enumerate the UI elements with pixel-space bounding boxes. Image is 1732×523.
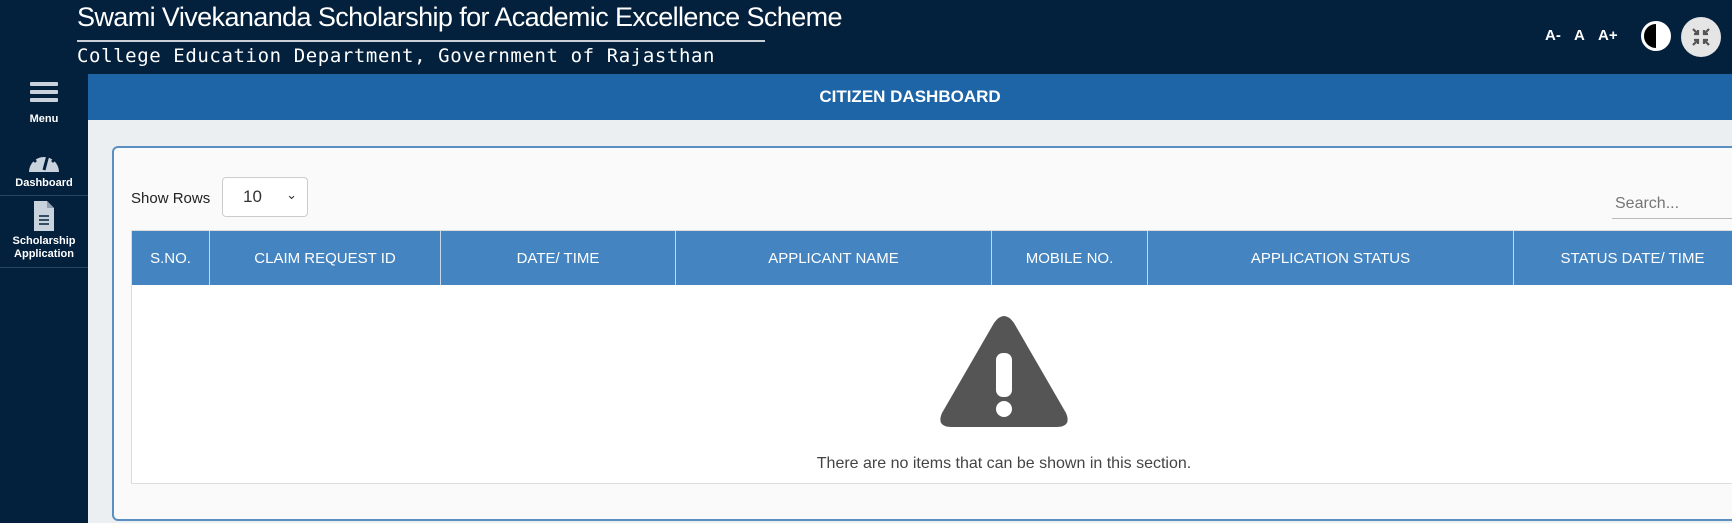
font-decrease-button[interactable]: A- — [1545, 27, 1561, 44]
column-header-mobile-no[interactable]: MOBILE NO. — [992, 231, 1148, 285]
chevron-down-icon: ⌄ — [286, 187, 297, 202]
site-subtitle: College Education Department, Government… — [77, 45, 716, 67]
sidebar-item-dashboard[interactable]: Dashboard — [0, 146, 88, 189]
rows-value: 10 — [243, 187, 262, 206]
rows-per-page-select[interactable]: 10 ⌄ — [222, 177, 308, 217]
hamburger-icon — [30, 82, 58, 102]
site-title: Swami Vivekananda Scholarship for Academ… — [77, 2, 843, 32]
applications-table: S.NO. CLAIM REQUEST ID DATE/ TIME APPLIC… — [131, 230, 1732, 484]
empty-state-message: There are no items that can be shown in … — [816, 455, 1192, 472]
column-header-date-time[interactable]: DATE/ TIME — [441, 231, 676, 285]
speedometer-icon — [29, 151, 59, 172]
font-normal-button[interactable]: A — [1574, 27, 1585, 44]
sidebar-item-scholarship-application[interactable]: Scholarship Application — [0, 200, 88, 261]
search-input[interactable] — [1612, 189, 1732, 219]
column-header-application-status[interactable]: APPLICATION STATUS — [1148, 231, 1514, 285]
sidebar-divider — [0, 267, 88, 268]
column-header-claim-request-id[interactable]: CLAIM REQUEST ID — [210, 231, 441, 285]
font-increase-button[interactable]: A+ — [1598, 27, 1618, 44]
sidebar-item-label: Scholarship Application — [12, 235, 76, 260]
sidebar-item-label: Dashboard — [15, 177, 73, 189]
column-header-sno[interactable]: S.NO. — [132, 231, 210, 285]
compress-icon — [1692, 28, 1710, 46]
warning-icon — [940, 316, 1068, 427]
sidebar-divider — [0, 195, 88, 196]
table-header: S.NO. CLAIM REQUEST ID DATE/ TIME APPLIC… — [132, 231, 1732, 285]
sidebar-item-label: Menu — [29, 113, 59, 125]
show-rows-label: Show Rows — [131, 190, 211, 207]
contrast-toggle-icon[interactable] — [1641, 21, 1671, 51]
column-header-status-date-time[interactable]: STATUS DATE/ TIME — [1514, 231, 1732, 285]
title-divider — [77, 40, 765, 42]
page-title: CITIZEN DASHBOARD — [819, 87, 1001, 106]
sidebar-item-menu[interactable]: Menu — [0, 80, 88, 125]
site-header: Swami Vivekananda Scholarship for Academ… — [0, 0, 1732, 74]
document-icon — [34, 201, 54, 231]
exit-fullscreen-button[interactable] — [1681, 17, 1721, 57]
sidebar: Menu Dashboard Scholarship Application — [0, 74, 88, 523]
page-title-bar: CITIZEN DASHBOARD — [88, 74, 1732, 120]
column-header-applicant-name[interactable]: APPLICANT NAME — [676, 231, 992, 285]
